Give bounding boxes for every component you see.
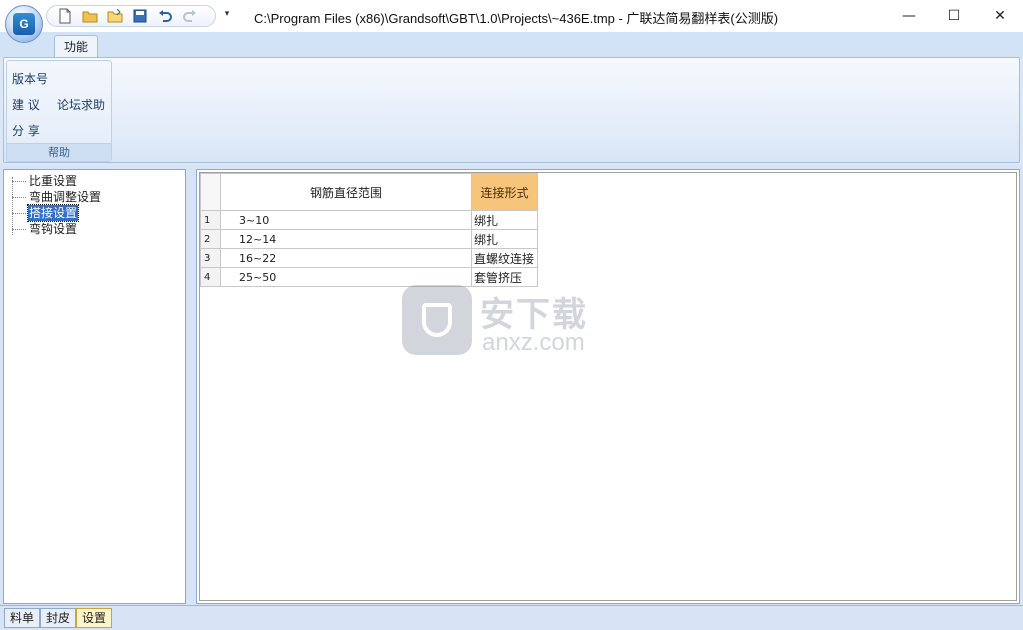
- diameter-range-cell[interactable]: 12~14: [220, 229, 472, 249]
- row-number[interactable]: 1: [200, 210, 221, 230]
- tree-item-hook[interactable]: 弯钩设置: [12, 221, 78, 237]
- diameter-range-cell[interactable]: 3~10: [220, 210, 472, 230]
- undo-icon[interactable]: [157, 8, 173, 24]
- lap-settings-table: 钢筋直径范围 连接形式 1 3~10 绑扎 2 12~14 绑扎 3 16~22…: [200, 173, 539, 287]
- tree-item-density[interactable]: 比重设置: [12, 173, 78, 189]
- suggest-button[interactable]: 建 议: [12, 96, 40, 113]
- ribbon-tab-strip: 功能: [0, 32, 1023, 59]
- application-menu-button[interactable]: G: [5, 5, 43, 43]
- close-button[interactable]: ✕: [977, 0, 1023, 32]
- tree-item-label: 搭接设置: [26, 204, 80, 222]
- sheet-tab-bar: 料单 封皮 设置: [0, 605, 1023, 630]
- version-button[interactable]: 版本号: [12, 70, 48, 87]
- app-logo-icon: G: [13, 13, 35, 35]
- table-row: 2 12~14 绑扎: [200, 229, 539, 249]
- watermark: 安下载 anxz.com: [402, 285, 622, 357]
- row-number[interactable]: 2: [200, 229, 221, 249]
- tree-item-bend-adjust[interactable]: 弯曲调整设置: [12, 189, 102, 205]
- sheet-tab-material-list[interactable]: 料单: [4, 608, 41, 628]
- window-title: C:\Program Files (x86)\Grandsoft\GBT\1.0…: [254, 11, 779, 26]
- ribbon-group-label: 帮助: [7, 143, 111, 161]
- settings-tree: 比重设置 弯曲调整设置 搭接设置 弯钩设置: [3, 169, 186, 604]
- minimize-button[interactable]: —: [886, 0, 932, 32]
- settings-grid-panel: 钢筋直径范围 连接形式 1 3~10 绑扎 2 12~14 绑扎 3 16~22…: [196, 169, 1020, 604]
- shield-icon: [402, 285, 472, 355]
- watermark-subtitle: anxz.com: [482, 329, 585, 356]
- tree-item-label: 弯曲调整设置: [29, 190, 102, 204]
- new-file-icon[interactable]: [57, 8, 73, 24]
- main-area: 比重设置 弯曲调整设置 搭接设置 弯钩设置 钢筋直径范围 连接形式 1 3~10…: [0, 165, 1023, 605]
- grid-container: 钢筋直径范围 连接形式 1 3~10 绑扎 2 12~14 绑扎 3 16~22…: [199, 172, 1017, 601]
- save-icon[interactable]: [132, 8, 148, 24]
- title-bar: G ▾ C:\Program Files (x86)\Grandsoft\GBT…: [0, 0, 1023, 43]
- open-recent-icon[interactable]: [107, 8, 123, 24]
- ribbon-group-help: 版本号 建 议 论坛求助 分 享 帮助: [6, 60, 112, 162]
- sheet-tab-settings[interactable]: 设置: [76, 608, 113, 628]
- forum-help-button[interactable]: 论坛求助: [57, 96, 105, 113]
- open-folder-icon[interactable]: [82, 8, 98, 24]
- share-button[interactable]: 分 享: [12, 122, 40, 139]
- connection-type-cell[interactable]: 套管挤压: [470, 267, 539, 287]
- connection-type-cell[interactable]: 直螺纹连接: [470, 248, 539, 268]
- table-row: 3 16~22 直螺纹连接: [200, 248, 539, 268]
- column-header-connection-type[interactable]: 连接形式: [470, 173, 539, 211]
- maximize-button[interactable]: ☐: [931, 0, 977, 32]
- tree-item-label: 比重设置: [29, 174, 78, 188]
- column-header-diameter-range[interactable]: 钢筋直径范围: [220, 173, 472, 211]
- tree-item-lap-splice[interactable]: 搭接设置: [12, 204, 80, 222]
- tree-item-label: 弯钩设置: [29, 222, 78, 236]
- redo-icon[interactable]: [182, 8, 198, 24]
- table-row: 1 3~10 绑扎: [200, 210, 539, 230]
- row-number[interactable]: 4: [200, 267, 221, 287]
- ribbon-panel: 版本号 建 议 论坛求助 分 享 帮助: [3, 57, 1020, 163]
- connection-type-cell[interactable]: 绑扎: [470, 229, 539, 249]
- quick-access-toolbar: [46, 5, 216, 27]
- connection-type-cell[interactable]: 绑扎: [470, 210, 539, 230]
- qat-customize-icon[interactable]: ▾: [221, 9, 233, 23]
- table-row: 4 25~50 套管挤压: [200, 267, 539, 287]
- diameter-range-cell[interactable]: 25~50: [220, 267, 472, 287]
- row-number[interactable]: 3: [200, 248, 221, 268]
- grid-corner[interactable]: [200, 173, 221, 211]
- diameter-range-cell[interactable]: 16~22: [220, 248, 472, 268]
- tab-functions[interactable]: 功能: [54, 35, 98, 59]
- sheet-tab-cover[interactable]: 封皮: [40, 608, 77, 628]
